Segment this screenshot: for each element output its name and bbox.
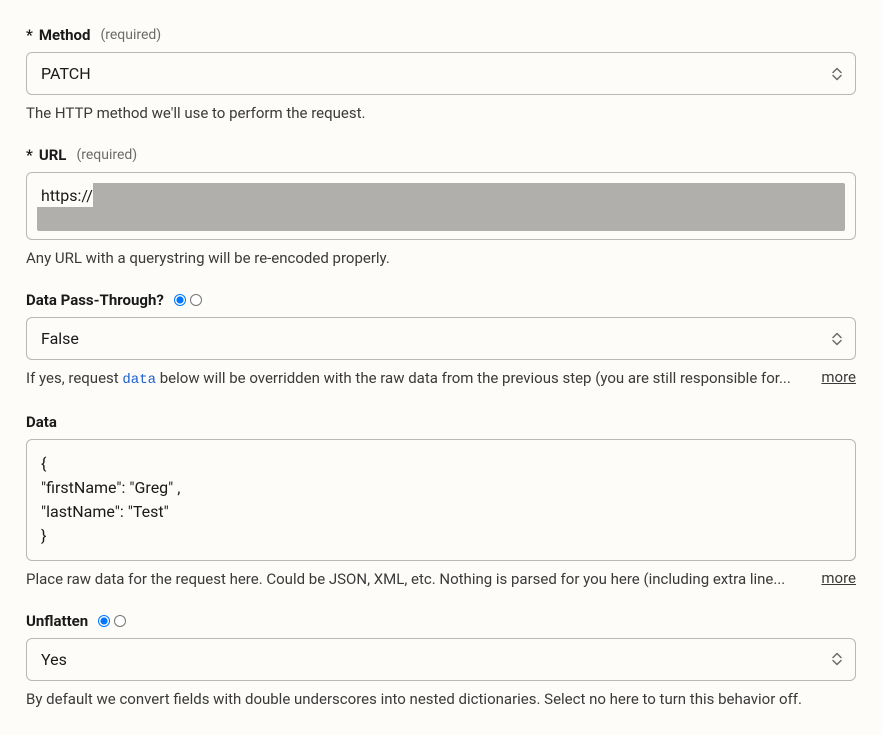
required-asterisk: * [26,146,33,164]
data-textarea[interactable]: { "firstName": "Greg" , "lastName": "Tes… [26,439,856,561]
unflatten-label: Unflatten [26,612,88,630]
url-redacted-area: https:// [37,183,845,231]
passthrough-label: Data Pass-Through? [26,291,164,309]
passthrough-more-link[interactable]: more [821,368,856,386]
unflatten-select[interactable]: Yes [26,638,856,681]
passthrough-label-row: Data Pass-Through? [26,291,856,309]
unflatten-select-value: Yes [41,650,67,669]
required-tag: (required) [100,27,161,43]
unflatten-label-row: Unflatten [26,612,856,630]
method-field-group: * Method (required) PATCH The HTTP metho… [26,26,856,124]
method-select-value: PATCH [41,64,91,83]
unflatten-help-text: By default we convert fields with double… [26,689,856,710]
passthrough-field-group: Data Pass-Through? False If yes, request… [26,291,856,391]
passthrough-radio-2[interactable] [190,294,202,306]
passthrough-help-code: data [122,372,156,388]
method-help-text: The HTTP method we'll use to perform the… [26,103,856,124]
unflatten-radio-1[interactable] [98,615,110,627]
passthrough-help-post: below will be overridden with the raw da… [156,369,791,387]
passthrough-select[interactable]: False [26,317,856,360]
method-label: Method [39,26,91,44]
data-help-text: Place raw data for the request here. Cou… [26,569,803,590]
url-label: URL [39,146,67,164]
required-asterisk: * [26,26,33,44]
data-field-group: Data { "firstName": "Greg" , "lastName":… [26,413,856,590]
passthrough-help-text: If yes, request data below will be overr… [26,368,803,391]
url-prefix-text: https:// [37,183,93,207]
url-field-group: * URL (required) https:// Any URL with a… [26,146,856,269]
passthrough-select-wrap: False [26,317,856,360]
data-label-row: Data [26,413,856,431]
url-label-row: * URL (required) [26,146,856,164]
passthrough-help-pre: If yes, request [26,369,122,387]
unflatten-radio-group [98,615,126,627]
unflatten-select-wrap: Yes [26,638,856,681]
passthrough-radio-1[interactable] [174,294,186,306]
method-label-row: * Method (required) [26,26,856,44]
unflatten-radio-2[interactable] [114,615,126,627]
method-select[interactable]: PATCH [26,52,856,95]
required-tag: (required) [76,147,137,163]
url-help-text: Any URL with a querystring will be re-en… [26,248,856,269]
method-select-wrap: PATCH [26,52,856,95]
url-input[interactable]: https:// [26,172,856,240]
passthrough-radio-group [174,294,202,306]
passthrough-select-value: False [41,329,79,348]
unflatten-field-group: Unflatten Yes By default we convert fiel… [26,612,856,710]
data-label: Data [26,413,57,431]
data-more-link[interactable]: more [821,569,856,587]
